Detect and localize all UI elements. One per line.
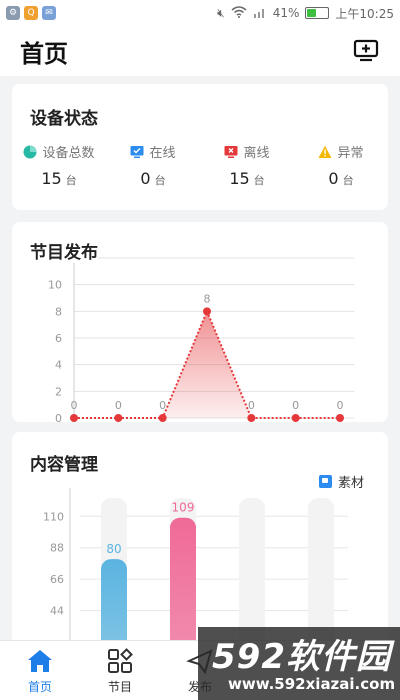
data-point [114, 414, 123, 422]
y-tick-label: 44 [50, 605, 64, 618]
home-icon [28, 649, 52, 672]
monitor-online-icon [130, 145, 144, 158]
signal-icon [253, 6, 267, 21]
bar [101, 559, 127, 652]
add-screen-icon [353, 39, 379, 62]
status-unit: 台 [154, 174, 166, 187]
status-value: 15 [41, 169, 62, 188]
monitor-offline-icon [224, 145, 238, 158]
status-value: 0 [328, 169, 339, 188]
content-management-card: 内容管理 素材 44 66 88 110 80 109 [12, 432, 388, 652]
notification-app-icon: ✉ [42, 6, 56, 20]
data-label: 80 [106, 542, 121, 556]
y-tick-label: 10 [48, 279, 62, 292]
data-label: 0 [292, 399, 299, 412]
mute-icon: 🔇︎ [217, 5, 225, 20]
tab-programs[interactable]: 节目 [80, 641, 160, 700]
battery-percent: 41% [272, 6, 300, 20]
status-value: 0 [140, 169, 151, 188]
page-title: 首页 [20, 39, 68, 68]
data-label: 0 [159, 399, 166, 412]
status-value: 15 [229, 169, 250, 188]
status-bar-system: 🔇︎ 41% 上午10:25 [217, 5, 394, 22]
pie-chart-icon [23, 145, 37, 158]
wifi-icon [231, 5, 247, 21]
program-publish-title: 节目发布 [30, 238, 98, 263]
watermark-logo: 592软件园 [212, 637, 391, 677]
data-point [158, 414, 167, 422]
tab-label: 节目 [107, 679, 132, 694]
app-header: 首页 [0, 26, 400, 76]
status-unit: 台 [253, 174, 265, 187]
data-label: 0 [337, 399, 344, 412]
add-screen-button[interactable] [352, 37, 380, 65]
status-label: 设备总数 [42, 146, 95, 161]
data-point [70, 414, 78, 422]
data-point [291, 414, 300, 422]
site-watermark: 592软件园 www.592xiazai.com [198, 627, 400, 700]
status-label: 异常 [337, 146, 364, 161]
y-tick-label: 8 [55, 305, 62, 318]
status-total[interactable]: 设备总数 15 台 [12, 142, 106, 188]
device-status-title: 设备状态 [30, 109, 98, 129]
status-online[interactable]: 在线 0台 [106, 142, 200, 188]
status-abnormal[interactable]: 异常 0台 [294, 142, 388, 188]
warning-icon [318, 145, 332, 158]
y-tick-label: 0 [55, 412, 62, 422]
y-tick-label: 6 [55, 332, 62, 345]
data-label: 109 [172, 501, 195, 515]
status-unit: 台 [65, 174, 77, 187]
data-label: 0 [115, 399, 122, 412]
status-label: 在线 [149, 146, 176, 161]
watermark-url: www.592xiazai.com [228, 675, 396, 693]
grid-icon [108, 647, 133, 673]
notification-app-icon: ⚙ [6, 6, 20, 20]
program-publish-card: 节目发布 0246810120008000 [12, 222, 388, 422]
y-tick-label: 110 [43, 510, 64, 523]
y-tick-label: 88 [50, 542, 64, 555]
data-label: 0 [71, 399, 78, 412]
status-bar: ⚙ Q ✉ 🔇︎ 41% 上午10:25 [0, 0, 400, 26]
bar [170, 517, 196, 652]
content-management-chart: 44 66 88 110 80 109 [43, 488, 348, 652]
data-point [247, 414, 256, 422]
status-bar-notifications: ⚙ Q ✉ [6, 6, 56, 20]
notification-app-icon: Q [24, 6, 38, 20]
status-offline[interactable]: 离线 15 台 [200, 142, 294, 188]
device-status-row: 设备总数 15 台 在线 0台 离线 15 台 异常 0台 [12, 142, 388, 188]
data-label: 8 [204, 292, 211, 305]
data-point [336, 414, 344, 422]
battery-icon [305, 7, 330, 19]
y-tick-label: 66 [50, 573, 64, 586]
data-point [203, 307, 211, 316]
device-status-card: 设备状态 设备总数 15 台 在线 0台 离线 15 台 异常 0 台 [12, 84, 388, 210]
status-label: 离线 [243, 146, 270, 161]
clock: 上午10:25 [335, 6, 394, 21]
status-unit: 台 [342, 174, 354, 187]
data-label: 0 [248, 399, 255, 412]
tab-label: 首页 [27, 679, 52, 694]
y-tick-label: 2 [55, 385, 62, 398]
tab-home[interactable]: 首页 [0, 641, 80, 700]
y-tick-label: 4 [55, 359, 62, 372]
